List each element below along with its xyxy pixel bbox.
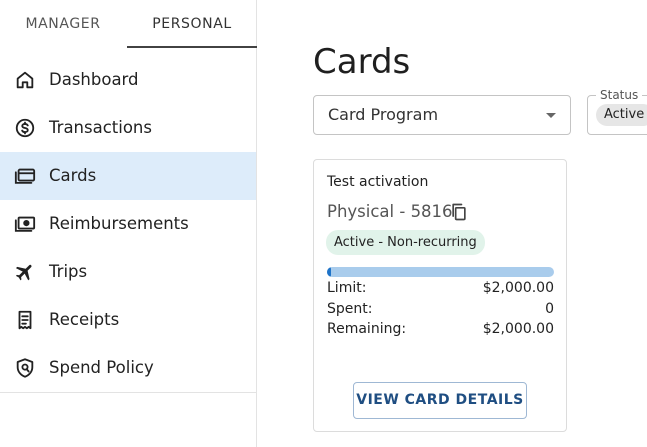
- status-filter[interactable]: Status Active: [587, 88, 647, 135]
- sidebar-item-cards[interactable]: Cards: [0, 152, 256, 200]
- sidebar-item-spend-policy[interactable]: Spend Policy: [0, 344, 256, 392]
- status-filter-label: Status: [596, 88, 643, 102]
- sidebar-item-label: Spend Policy: [49, 358, 154, 377]
- spend-progress-fill: [327, 267, 331, 277]
- airplane-icon: [14, 261, 36, 283]
- remaining-value: $2,000.00: [482, 321, 554, 337]
- main-content: Cards Card Program Status Active Test ac…: [257, 0, 647, 447]
- cash-icon: [14, 213, 36, 235]
- tab-personal[interactable]: PERSONAL: [127, 0, 257, 48]
- card-name: Test activation: [327, 174, 429, 190]
- card-tile: Test activation Physical - 5816 Active -…: [313, 159, 567, 432]
- status-chip[interactable]: Active: [596, 104, 647, 126]
- app-window: MANAGER PERSONAL Dashboard Transactions …: [0, 0, 647, 447]
- copy-icon[interactable]: [449, 202, 469, 222]
- sidebar-tabs: MANAGER PERSONAL: [0, 0, 257, 48]
- remaining-row: Remaining: $2,000.00: [327, 321, 554, 339]
- sidebar-item-label: Reimbursements: [49, 214, 189, 233]
- limit-label: Limit:: [327, 280, 367, 296]
- sidebar-item-label: Trips: [49, 262, 88, 281]
- limit-value: $2,000.00: [482, 280, 554, 296]
- sidebar-item-dashboard[interactable]: Dashboard: [0, 56, 256, 104]
- sidebar-item-label: Transactions: [49, 118, 152, 137]
- credit-card-icon: [14, 165, 36, 187]
- spent-label: Spent:: [327, 301, 373, 317]
- shield-icon: [14, 357, 36, 379]
- sidebar: MANAGER PERSONAL Dashboard Transactions …: [0, 0, 257, 447]
- card-program-select[interactable]: Card Program: [313, 95, 571, 135]
- sidebar-item-reimbursements[interactable]: Reimbursements: [0, 200, 256, 248]
- tab-manager[interactable]: MANAGER: [0, 0, 126, 48]
- sidebar-divider: [0, 392, 256, 393]
- card-status-badge: Active - Non-recurring: [326, 230, 485, 255]
- caret-down-icon: [546, 113, 556, 118]
- sidebar-item-label: Dashboard: [49, 70, 139, 89]
- page-title: Cards: [313, 42, 411, 82]
- sidebar-item-transactions[interactable]: Transactions: [0, 104, 256, 152]
- dollar-circle-icon: [14, 117, 36, 139]
- receipt-icon: [14, 309, 36, 331]
- sidebar-item-receipts[interactable]: Receipts: [0, 296, 256, 344]
- sidebar-item-label: Receipts: [49, 310, 120, 329]
- remaining-label: Remaining:: [327, 321, 407, 337]
- home-icon: [14, 69, 36, 91]
- spent-value: 0: [545, 301, 554, 317]
- sidebar-nav: Dashboard Transactions Cards Reimburseme…: [0, 56, 256, 392]
- spent-row: Spent: 0: [327, 301, 554, 319]
- spend-progress-bar: [327, 267, 554, 277]
- view-card-details-button[interactable]: VIEW CARD DETAILS: [353, 382, 527, 419]
- tab-indicator: [127, 46, 257, 48]
- sidebar-item-label: Cards: [49, 166, 97, 185]
- card-program-select-value: Card Program: [328, 105, 439, 124]
- limit-row: Limit: $2,000.00: [327, 280, 554, 298]
- sidebar-item-trips[interactable]: Trips: [0, 248, 256, 296]
- card-number: Physical - 5816: [327, 202, 453, 221]
